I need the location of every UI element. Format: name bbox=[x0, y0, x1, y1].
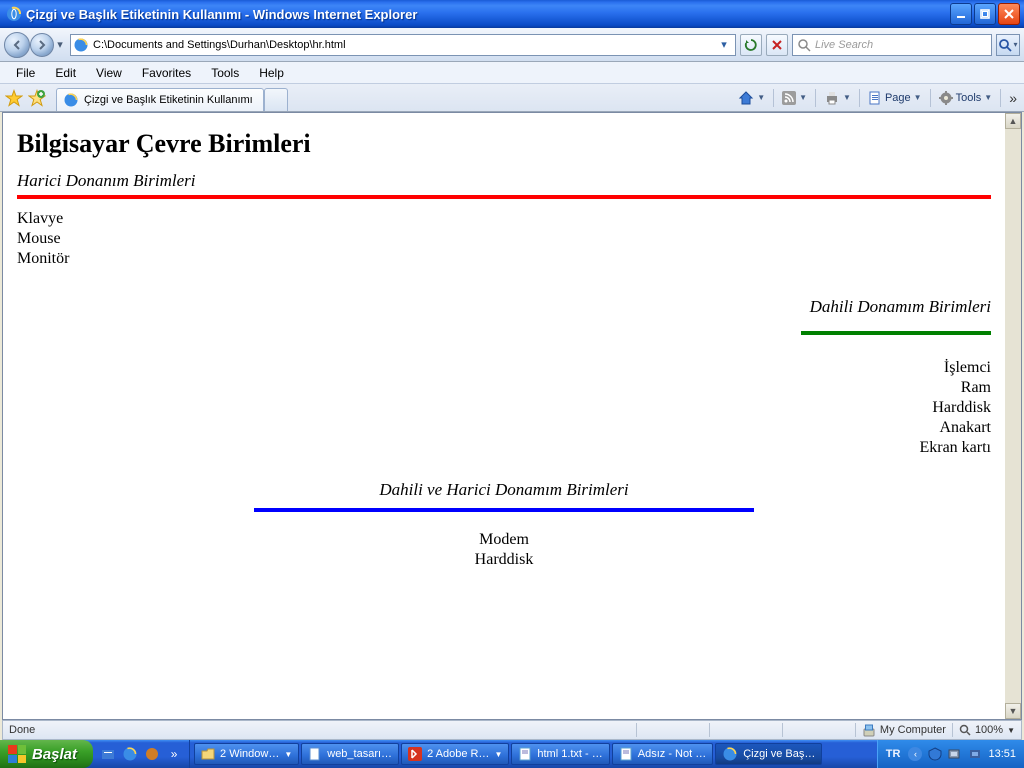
task-buttons: 2 Window…▼ web_tasarı… 2 Adobe R…▼ html … bbox=[190, 740, 877, 768]
hr-red bbox=[17, 195, 991, 199]
taskbar-item[interactable]: 2 Adobe R…▼ bbox=[401, 743, 509, 765]
quick-launch-item[interactable] bbox=[99, 745, 117, 763]
address-text: C:\Documents and Settings\Durhan\Desktop… bbox=[93, 39, 715, 51]
list-item: Mouse bbox=[17, 229, 991, 249]
list-item: İşlemci bbox=[17, 358, 991, 378]
search-icon bbox=[797, 38, 811, 52]
taskbar-item[interactable]: Adsız - Not … bbox=[612, 743, 713, 765]
taskbar-item-active[interactable]: Çizgi ve Baş… bbox=[715, 743, 822, 765]
feeds-button[interactable]: ▼ bbox=[779, 87, 810, 109]
menu-help[interactable]: Help bbox=[249, 64, 294, 82]
status-text: Done bbox=[9, 724, 630, 736]
list-item: Klavye bbox=[17, 209, 991, 229]
ie-icon bbox=[6, 6, 22, 22]
tray-icon[interactable] bbox=[928, 747, 942, 761]
navigation-bar: ▾ C:\Documents and Settings\Durhan\Deskt… bbox=[0, 28, 1024, 62]
maximize-button[interactable] bbox=[974, 3, 996, 25]
tray-icon[interactable] bbox=[968, 747, 982, 761]
stop-button[interactable] bbox=[766, 34, 788, 56]
page-icon bbox=[73, 37, 89, 53]
command-bar: Çizgi ve Başlık Etiketinin Kullanımı ▼ ▼… bbox=[0, 84, 1024, 112]
list-item: Anakart bbox=[17, 418, 991, 438]
menu-view[interactable]: View bbox=[86, 64, 132, 82]
address-dropdown[interactable]: ▾ bbox=[715, 38, 733, 51]
page-heading: Bilgisayar Çevre Birimleri bbox=[17, 129, 991, 159]
close-button[interactable] bbox=[998, 3, 1020, 25]
tab-current[interactable]: Çizgi ve Başlık Etiketinin Kullanımı bbox=[56, 88, 264, 111]
menu-tools[interactable]: Tools bbox=[201, 64, 249, 82]
scroll-up-button[interactable]: ▲ bbox=[1005, 113, 1021, 129]
window-titlebar: Çizgi ve Başlık Etiketinin Kullanımı - W… bbox=[0, 0, 1024, 28]
windows-flag-icon bbox=[8, 745, 26, 763]
history-dropdown[interactable]: ▾ bbox=[54, 38, 66, 51]
add-favorite-icon[interactable] bbox=[27, 88, 47, 108]
list-item: Harddisk bbox=[17, 550, 991, 570]
quick-launch-item[interactable] bbox=[143, 745, 161, 763]
section3-title: Dahili ve Harici Donamım Birimleri bbox=[17, 480, 991, 500]
new-tab-button[interactable] bbox=[264, 88, 288, 111]
home-button[interactable]: ▼ bbox=[735, 87, 768, 109]
search-placeholder: Live Search bbox=[815, 39, 873, 51]
taskbar-item[interactable]: html 1.txt - … bbox=[511, 743, 609, 765]
page-menu[interactable]: Page▼ bbox=[865, 87, 925, 109]
quick-launch: » bbox=[93, 740, 190, 768]
scroll-down-button[interactable]: ▼ bbox=[1005, 703, 1021, 719]
list-item: Ram bbox=[17, 378, 991, 398]
section1-title: Harici Donanım Birimleri bbox=[17, 171, 991, 191]
print-button[interactable]: ▼ bbox=[821, 87, 854, 109]
back-button[interactable] bbox=[4, 32, 30, 58]
quick-launch-ie-icon[interactable] bbox=[121, 745, 139, 763]
start-button[interactable]: Başlat bbox=[0, 740, 93, 768]
toolbar-overflow[interactable]: » bbox=[1006, 87, 1020, 109]
vertical-scrollbar[interactable]: ▲ ▼ bbox=[1005, 113, 1021, 719]
list-item: Ekran kartı bbox=[17, 438, 991, 458]
tools-menu[interactable]: Tools▼ bbox=[936, 87, 996, 109]
hr-blue bbox=[254, 508, 754, 512]
minimize-button[interactable] bbox=[950, 3, 972, 25]
taskbar-item[interactable]: web_tasarı… bbox=[301, 743, 399, 765]
zoom-level[interactable]: 100% ▼ bbox=[959, 724, 1015, 736]
forward-button[interactable] bbox=[30, 33, 54, 57]
menu-file[interactable]: File bbox=[6, 64, 45, 82]
window-title: Çizgi ve Başlık Etiketinin Kullanımı - W… bbox=[26, 7, 950, 22]
refresh-button[interactable] bbox=[740, 34, 762, 56]
system-tray: TR ‹ 13:51 bbox=[877, 740, 1024, 768]
tray-hide-icon[interactable]: ‹ bbox=[908, 747, 922, 761]
search-input[interactable]: Live Search bbox=[792, 34, 992, 56]
security-zone: My Computer bbox=[862, 723, 946, 737]
list-item: Harddisk bbox=[17, 398, 991, 418]
status-bar: Done My Computer 100% ▼ bbox=[2, 720, 1022, 740]
favorites-star-icon[interactable] bbox=[4, 88, 24, 108]
section2-title: Dahili Donamım Birimleri bbox=[17, 297, 991, 317]
hr-green bbox=[801, 331, 991, 335]
taskbar-item[interactable]: 2 Window…▼ bbox=[194, 743, 299, 765]
address-bar[interactable]: C:\Documents and Settings\Durhan\Desktop… bbox=[70, 34, 736, 56]
quick-launch-overflow[interactable]: » bbox=[165, 745, 183, 763]
scroll-track[interactable] bbox=[1005, 129, 1021, 703]
list-item: Modem bbox=[17, 530, 991, 550]
menu-edit[interactable]: Edit bbox=[45, 64, 86, 82]
tray-icon[interactable] bbox=[948, 747, 962, 761]
list-item: Monitör bbox=[17, 249, 991, 269]
clock[interactable]: 13:51 bbox=[988, 748, 1016, 760]
tab-label: Çizgi ve Başlık Etiketinin Kullanımı bbox=[84, 94, 253, 106]
language-indicator[interactable]: TR bbox=[886, 748, 901, 760]
menu-bar: File Edit View Favorites Tools Help bbox=[0, 62, 1024, 84]
content-area: Bilgisayar Çevre Birimleri Harici Donanı… bbox=[2, 112, 1022, 720]
menu-favorites[interactable]: Favorites bbox=[132, 64, 201, 82]
search-go-button[interactable]: ▾ bbox=[996, 34, 1020, 56]
taskbar: Başlat » 2 Window…▼ web_tasarı… 2 Adobe … bbox=[0, 740, 1024, 768]
